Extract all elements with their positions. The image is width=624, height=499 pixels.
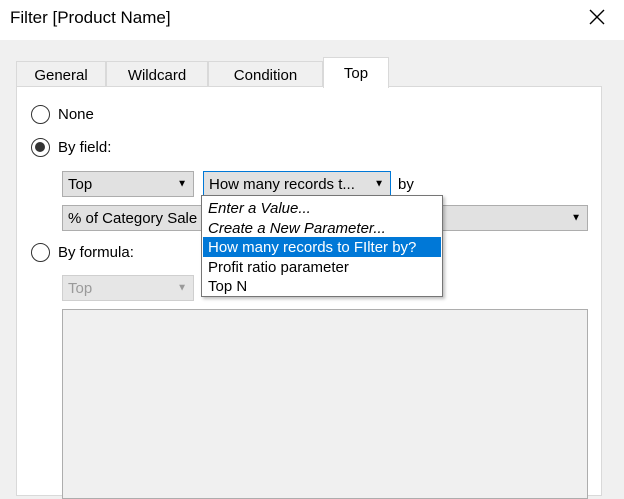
dropdown-item-enter-value[interactable]: Enter a Value... — [203, 198, 441, 218]
window-title: Filter [Product Name] — [10, 8, 171, 27]
select-value: Top — [68, 279, 93, 297]
tab-label: Top — [343, 64, 369, 82]
close-button[interactable] — [580, 0, 614, 34]
select-value: Top — [68, 175, 93, 193]
by-field-count-select[interactable]: How many records t... ▼ — [203, 171, 391, 197]
by-label: by — [398, 176, 414, 193]
tab-general[interactable]: General — [16, 61, 106, 88]
close-icon — [589, 9, 605, 25]
select-value: % of Category Sale — [68, 209, 198, 227]
by-field-radio[interactable] — [31, 138, 50, 157]
dropdown-item-profit-ratio[interactable]: Profit ratio parameter — [203, 257, 441, 277]
by-formula-option[interactable]: By formula: — [31, 243, 134, 262]
none-label: None — [58, 106, 94, 123]
by-formula-label: By formula: — [58, 244, 134, 261]
by-field-label: By field: — [58, 139, 112, 156]
dropdown-item-label: How many records to FIlter by? — [208, 238, 417, 256]
dropdown-item-create-parameter[interactable]: Create a New Parameter... — [203, 218, 441, 238]
select-value: How many records t... — [209, 175, 355, 193]
chevron-down-icon: ▼ — [374, 178, 384, 190]
count-dropdown-list[interactable]: Enter a Value... Create a New Parameter.… — [201, 195, 443, 297]
tab-top[interactable]: Top — [323, 57, 389, 88]
tab-label: General — [34, 66, 88, 84]
dropdown-item-how-many-records[interactable]: How many records to FIlter by? — [203, 237, 441, 257]
by-field-option[interactable]: By field: — [31, 138, 111, 157]
by-field-top-bottom-select[interactable]: Top ▼ — [62, 171, 194, 197]
by-formula-radio[interactable] — [31, 243, 50, 262]
none-option[interactable]: None — [31, 105, 94, 124]
chevron-down-icon: ▼ — [177, 178, 187, 190]
title-bar: Filter [Product Name] — [0, 0, 624, 40]
dropdown-item-top-n[interactable]: Top N — [203, 276, 441, 296]
chevron-down-icon: ▼ — [177, 282, 187, 294]
by-formula-top-bottom-select: Top ▼ — [62, 275, 194, 301]
dropdown-item-label: Top N — [208, 277, 248, 295]
tab-wildcard[interactable]: Wildcard — [106, 61, 208, 88]
tab-label: Condition — [233, 66, 298, 84]
chevron-down-icon: ▼ — [571, 212, 581, 224]
tab-label: Wildcard — [127, 66, 187, 84]
formula-editor — [62, 309, 588, 499]
dropdown-item-label: Enter a Value... — [208, 199, 311, 217]
tab-condition[interactable]: Condition — [208, 61, 323, 88]
none-radio[interactable] — [31, 105, 50, 124]
dropdown-item-label: Profit ratio parameter — [208, 258, 349, 276]
dropdown-item-label: Create a New Parameter... — [208, 219, 386, 237]
